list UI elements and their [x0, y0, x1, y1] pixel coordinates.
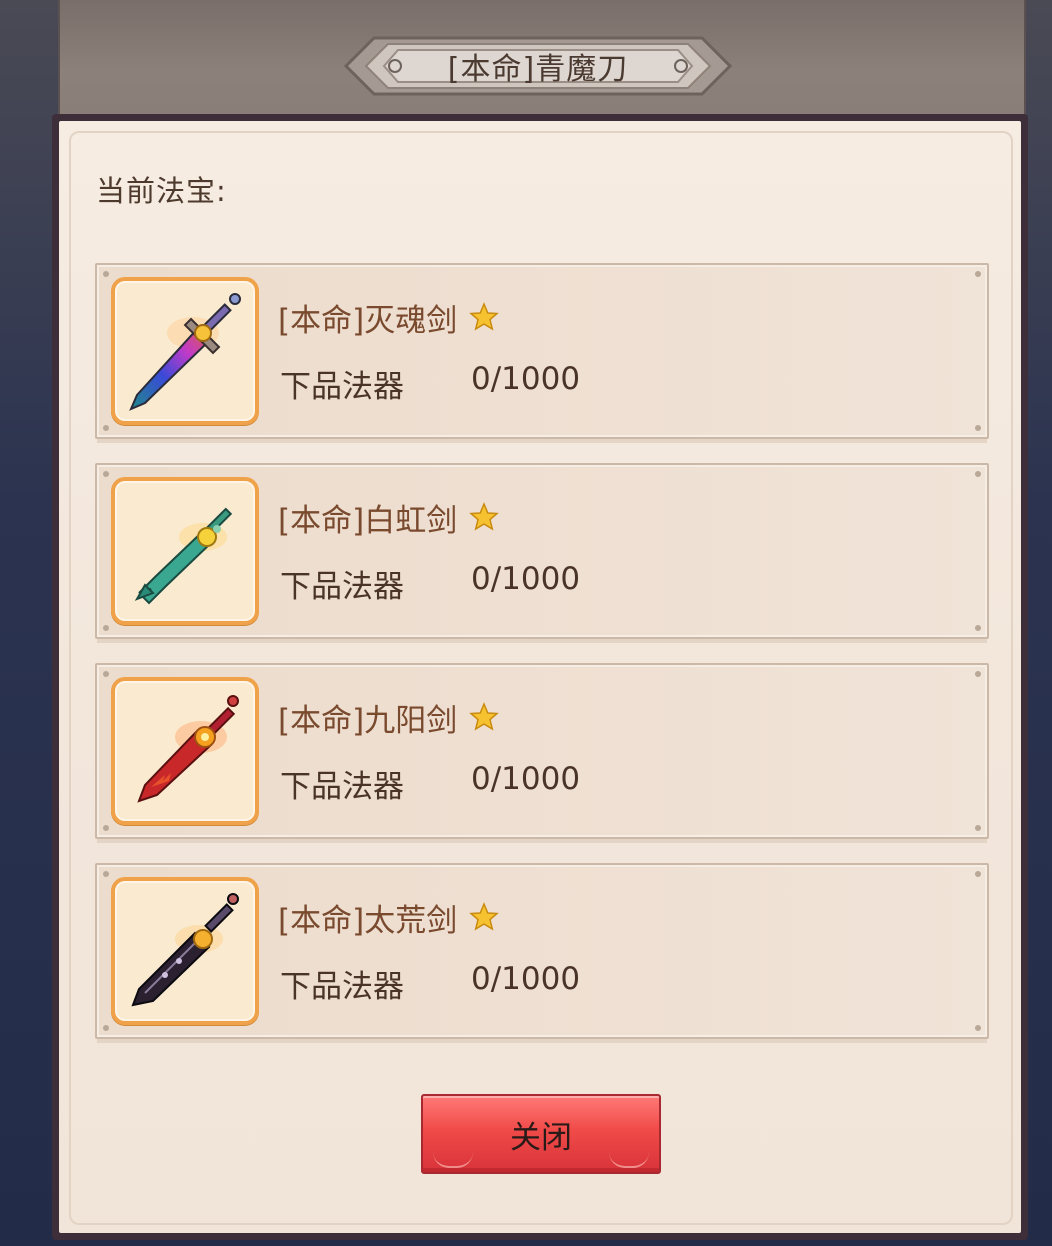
rivet	[975, 271, 981, 277]
item-name: [本命]太荒剑	[278, 903, 458, 939]
item-grade: 下品法器	[280, 969, 404, 1005]
rivet	[975, 671, 981, 677]
item-progress: 0/1000	[471, 561, 581, 597]
rivet	[103, 625, 109, 631]
item-card[interactable]: [本命]九阳剑 下品法器 0/1000	[95, 663, 989, 843]
close-button-label: 关闭	[510, 1119, 572, 1156]
button-ornament	[433, 1152, 473, 1168]
rivet	[975, 1025, 981, 1031]
sword-rainbow-icon[interactable]	[111, 277, 259, 425]
title-plaque: [本命]青魔刀	[340, 30, 736, 102]
button-ornament	[609, 1152, 649, 1168]
item-name: [本命]灭魂剑	[278, 303, 458, 339]
item-grade: 下品法器	[280, 369, 404, 405]
star-icon	[469, 502, 499, 531]
star-icon	[469, 902, 499, 931]
rivet	[975, 425, 981, 431]
rivet	[103, 471, 109, 477]
rivet	[975, 625, 981, 631]
item-name: [本命]九阳剑	[278, 703, 458, 739]
sword-fire-icon[interactable]	[111, 677, 259, 825]
star-icon	[469, 702, 499, 731]
section-label: 当前法宝:	[96, 174, 227, 208]
rivet	[103, 425, 109, 431]
sword-dark-icon[interactable]	[111, 877, 259, 1025]
item-progress: 0/1000	[471, 761, 581, 797]
item-progress: 0/1000	[471, 961, 581, 997]
item-grade: 下品法器	[280, 769, 404, 805]
item-card[interactable]: [本命]太荒剑 下品法器 0/1000	[95, 863, 989, 1043]
rivet	[975, 471, 981, 477]
rivet	[975, 825, 981, 831]
item-name: [本命]白虹剑	[278, 503, 458, 539]
rivet	[103, 271, 109, 277]
close-button[interactable]: 关闭	[421, 1094, 661, 1174]
sword-jade-icon[interactable]	[111, 477, 259, 625]
rivet	[975, 871, 981, 877]
star-icon	[469, 302, 499, 331]
rivet	[103, 825, 109, 831]
item-card[interactable]: [本命]白虹剑 下品法器 0/1000	[95, 463, 989, 643]
rivet	[103, 1025, 109, 1031]
rivet	[103, 671, 109, 677]
item-grade: 下品法器	[280, 569, 404, 605]
item-card[interactable]: [本命]灭魂剑 下品法器 0/1000	[95, 263, 989, 443]
rivet	[103, 871, 109, 877]
item-progress: 0/1000	[471, 361, 581, 397]
dialog-title: [本命]青魔刀	[447, 52, 629, 87]
